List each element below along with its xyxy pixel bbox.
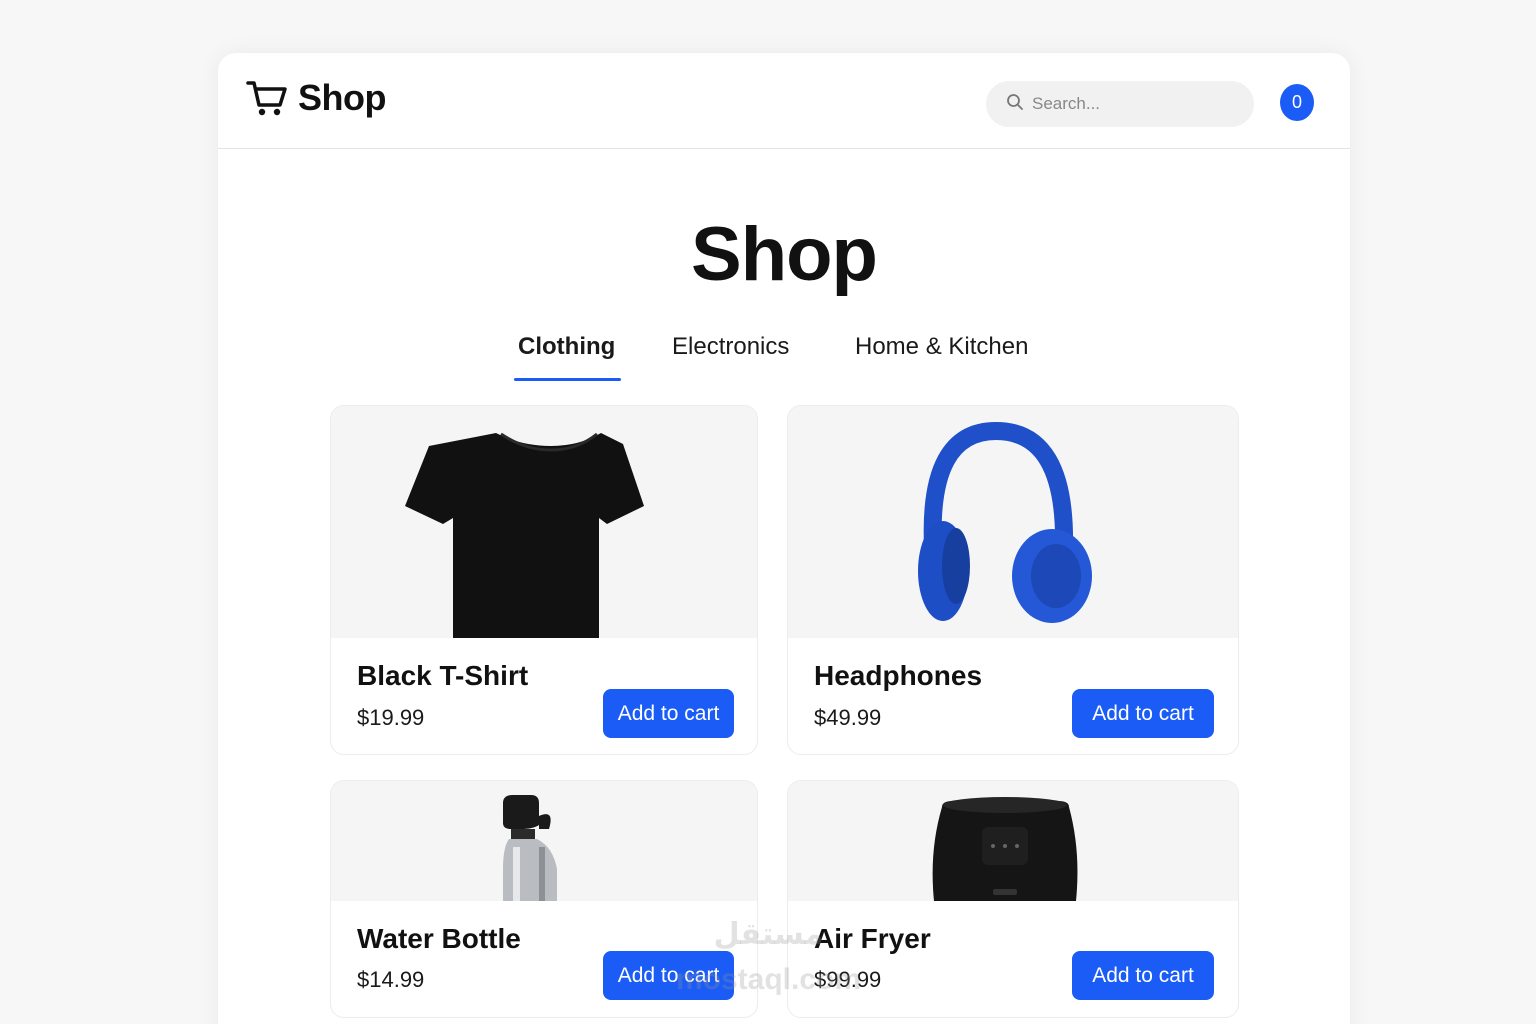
product-card[interactable]: Black T-Shirt $19.99 Add to cart — [330, 405, 758, 755]
add-to-cart-button[interactable]: Add to cart — [603, 951, 734, 1000]
add-to-cart-button[interactable]: Add to cart — [1072, 689, 1214, 738]
search-box[interactable] — [986, 81, 1254, 127]
shop-window: Shop 0 Shop Clothing Electronics Home & … — [218, 53, 1350, 1024]
product-image[interactable] — [331, 781, 757, 901]
search-input[interactable] — [1032, 94, 1232, 114]
product-image[interactable] — [788, 406, 1238, 638]
active-tab-indicator — [514, 378, 621, 381]
tshirt-icon — [405, 432, 644, 638]
product-price: $99.99 — [814, 967, 882, 992]
product-name[interactable]: Air Fryer — [814, 923, 931, 955]
product-price: $19.99 — [357, 705, 425, 730]
search-icon — [1006, 93, 1024, 116]
product-card[interactable]: Air Fryer $99.99 Add to cart — [787, 780, 1239, 1018]
add-to-cart-button[interactable]: Add to cart — [1072, 951, 1214, 1000]
brand-name: Shop — [298, 77, 386, 118]
cart-count-badge[interactable]: 0 — [1280, 84, 1314, 121]
product-price: $49.99 — [814, 705, 882, 730]
page-title: Shop — [691, 212, 878, 297]
product-name[interactable]: Headphones — [814, 660, 982, 692]
shopping-cart-icon — [246, 78, 288, 118]
water-bottle-icon — [503, 795, 557, 901]
product-name[interactable]: Black T-Shirt — [357, 660, 528, 692]
product-name[interactable]: Water Bottle — [357, 923, 521, 955]
brand[interactable]: Shop — [246, 77, 386, 119]
product-image[interactable] — [788, 781, 1238, 901]
product-image[interactable] — [331, 406, 757, 638]
product-card[interactable]: Headphones $49.99 Add to cart — [787, 405, 1239, 755]
product-card[interactable]: Water Bottle $14.99 Add to cart — [330, 780, 758, 1018]
tab-home-kitchen[interactable]: Home & Kitchen — [855, 333, 1028, 361]
top-bar: Shop 0 — [218, 53, 1350, 149]
tab-electronics[interactable]: Electronics — [672, 333, 789, 361]
headphones-icon — [918, 421, 1092, 623]
air-fryer-icon — [932, 797, 1078, 901]
product-price: $14.99 — [357, 967, 425, 992]
add-to-cart-button[interactable]: Add to cart — [603, 689, 734, 738]
tab-clothing[interactable]: Clothing — [518, 333, 615, 361]
category-tabs: Clothing Electronics Home & Kitchen — [218, 333, 1350, 383]
